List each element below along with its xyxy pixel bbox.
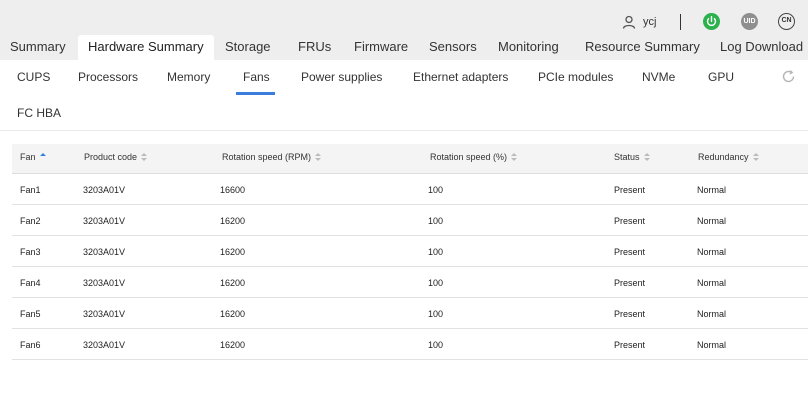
table-row: Fan4 3203A01V 16200 100 Present Normal bbox=[12, 267, 808, 298]
column-header-rotation-speed-percent[interactable]: Rotation speed (%) bbox=[430, 152, 518, 162]
cell-fan: Fan1 bbox=[20, 185, 41, 195]
cell-redundancy: Normal bbox=[697, 216, 727, 226]
subtab-power-supplies[interactable]: Power supplies bbox=[301, 70, 382, 84]
subtab-cups[interactable]: CUPS bbox=[17, 70, 50, 84]
cell-fan: Fan4 bbox=[20, 278, 41, 288]
tab-hardware-summary[interactable]: Hardware Summary bbox=[78, 35, 214, 60]
cell-rotation-speed-percent: 100 bbox=[428, 216, 444, 226]
column-header-redundancy[interactable]: Redundancy bbox=[698, 152, 759, 162]
subtab-memory[interactable]: Memory bbox=[167, 70, 210, 84]
tab-sensors[interactable]: Sensors bbox=[429, 35, 477, 60]
tab-storage[interactable]: Storage bbox=[225, 35, 271, 60]
cell-rotation-speed-percent: 100 bbox=[428, 247, 444, 257]
column-header-label: Fan bbox=[20, 152, 36, 162]
cell-product-code: 3203A01V bbox=[83, 216, 126, 226]
cell-status: Present bbox=[614, 340, 646, 350]
column-header-status[interactable]: Status bbox=[614, 152, 650, 162]
column-header-label: Status bbox=[614, 152, 640, 162]
sort-icon[interactable] bbox=[315, 152, 322, 162]
cell-fan: Fan3 bbox=[20, 247, 41, 257]
language-icon[interactable]: CN bbox=[778, 13, 795, 30]
cell-product-code: 3203A01V bbox=[83, 340, 126, 350]
user-menu[interactable]: ycj bbox=[622, 12, 656, 32]
subtab-pcie-modules[interactable]: PCIe modules bbox=[538, 70, 613, 84]
cell-product-code: 3203A01V bbox=[83, 185, 126, 195]
cell-rotation-speed-rpm: 16200 bbox=[220, 309, 246, 319]
cell-redundancy: Normal bbox=[697, 309, 727, 319]
column-header-label: Rotation speed (RPM) bbox=[222, 152, 312, 162]
subtab-nvme[interactable]: NVMe bbox=[642, 70, 675, 84]
uid-icon[interactable]: UID bbox=[741, 13, 758, 30]
tab-monitoring[interactable]: Monitoring bbox=[498, 35, 559, 60]
cell-fan: Fan5 bbox=[20, 309, 41, 319]
cell-redundancy: Normal bbox=[697, 185, 727, 195]
active-subtab-indicator bbox=[236, 92, 275, 95]
cell-fan: Fan2 bbox=[20, 216, 41, 226]
user-icon bbox=[622, 15, 636, 29]
power-symbol-icon bbox=[706, 15, 717, 27]
cell-redundancy: Normal bbox=[697, 340, 727, 350]
header-divider bbox=[680, 14, 681, 30]
cell-status: Present bbox=[614, 247, 646, 257]
table-row: Fan2 3203A01V 16200 100 Present Normal bbox=[12, 205, 808, 236]
table-row: Fan3 3203A01V 16200 100 Present Normal bbox=[12, 236, 808, 267]
cell-status: Present bbox=[614, 309, 646, 319]
refresh-icon[interactable] bbox=[781, 69, 796, 84]
tab-firmware[interactable]: Firmware bbox=[354, 35, 408, 60]
cell-status: Present bbox=[614, 216, 646, 226]
cell-product-code: 3203A01V bbox=[83, 278, 126, 288]
cell-rotation-speed-percent: 100 bbox=[428, 185, 444, 195]
column-header-fan[interactable]: Fan bbox=[20, 152, 46, 162]
cell-fan: Fan6 bbox=[20, 340, 41, 350]
cell-rotation-speed-percent: 100 bbox=[428, 278, 444, 288]
cell-rotation-speed-percent: 100 bbox=[428, 340, 444, 350]
cell-status: Present bbox=[614, 185, 646, 195]
cell-rotation-speed-rpm: 16200 bbox=[220, 340, 246, 350]
subtab-processors[interactable]: Processors bbox=[78, 70, 138, 84]
tab-log-download[interactable]: Log Download bbox=[720, 35, 803, 60]
table-row: Fan1 3203A01V 16600 100 Present Normal bbox=[12, 174, 808, 205]
cell-redundancy: Normal bbox=[697, 247, 727, 257]
column-header-product-code[interactable]: Product code bbox=[84, 152, 148, 162]
sort-icon[interactable] bbox=[752, 152, 759, 162]
cell-redundancy: Normal bbox=[697, 278, 727, 288]
table-row: Fan5 3203A01V 16200 100 Present Normal bbox=[12, 298, 808, 329]
column-header-label: Redundancy bbox=[698, 152, 749, 162]
column-header-label: Rotation speed (%) bbox=[430, 152, 508, 162]
subtab-gpu[interactable]: GPU bbox=[708, 70, 734, 84]
sort-icon[interactable] bbox=[141, 152, 148, 162]
cell-rotation-speed-rpm: 16600 bbox=[220, 185, 246, 195]
subtab-fc-hba[interactable]: FC HBA bbox=[17, 106, 61, 120]
sort-ascending-icon[interactable] bbox=[39, 152, 46, 162]
tab-frus[interactable]: FRUs bbox=[298, 35, 331, 60]
column-header-rotation-speed-rpm[interactable]: Rotation speed (RPM) bbox=[222, 152, 322, 162]
cell-product-code: 3203A01V bbox=[83, 309, 126, 319]
sort-icon[interactable] bbox=[511, 152, 518, 162]
cell-rotation-speed-rpm: 16200 bbox=[220, 247, 246, 257]
sort-icon[interactable] bbox=[643, 152, 650, 162]
subtab-divider bbox=[0, 130, 808, 131]
cell-rotation-speed-rpm: 16200 bbox=[220, 216, 246, 226]
cell-product-code: 3203A01V bbox=[83, 247, 126, 257]
subtab-ethernet-adapters[interactable]: Ethernet adapters bbox=[413, 70, 508, 84]
cell-rotation-speed-rpm: 16200 bbox=[220, 278, 246, 288]
username-label: ycj bbox=[643, 16, 657, 28]
power-icon[interactable] bbox=[703, 13, 720, 30]
cell-status: Present bbox=[614, 278, 646, 288]
tab-resource-summary[interactable]: Resource Summary bbox=[585, 35, 700, 60]
tab-summary[interactable]: Summary bbox=[10, 35, 66, 60]
column-header-label: Product code bbox=[84, 152, 138, 162]
cell-rotation-speed-percent: 100 bbox=[428, 309, 444, 319]
table-row: Fan6 3203A01V 16200 100 Present Normal bbox=[12, 329, 808, 360]
subtab-fans[interactable]: Fans bbox=[243, 70, 270, 84]
